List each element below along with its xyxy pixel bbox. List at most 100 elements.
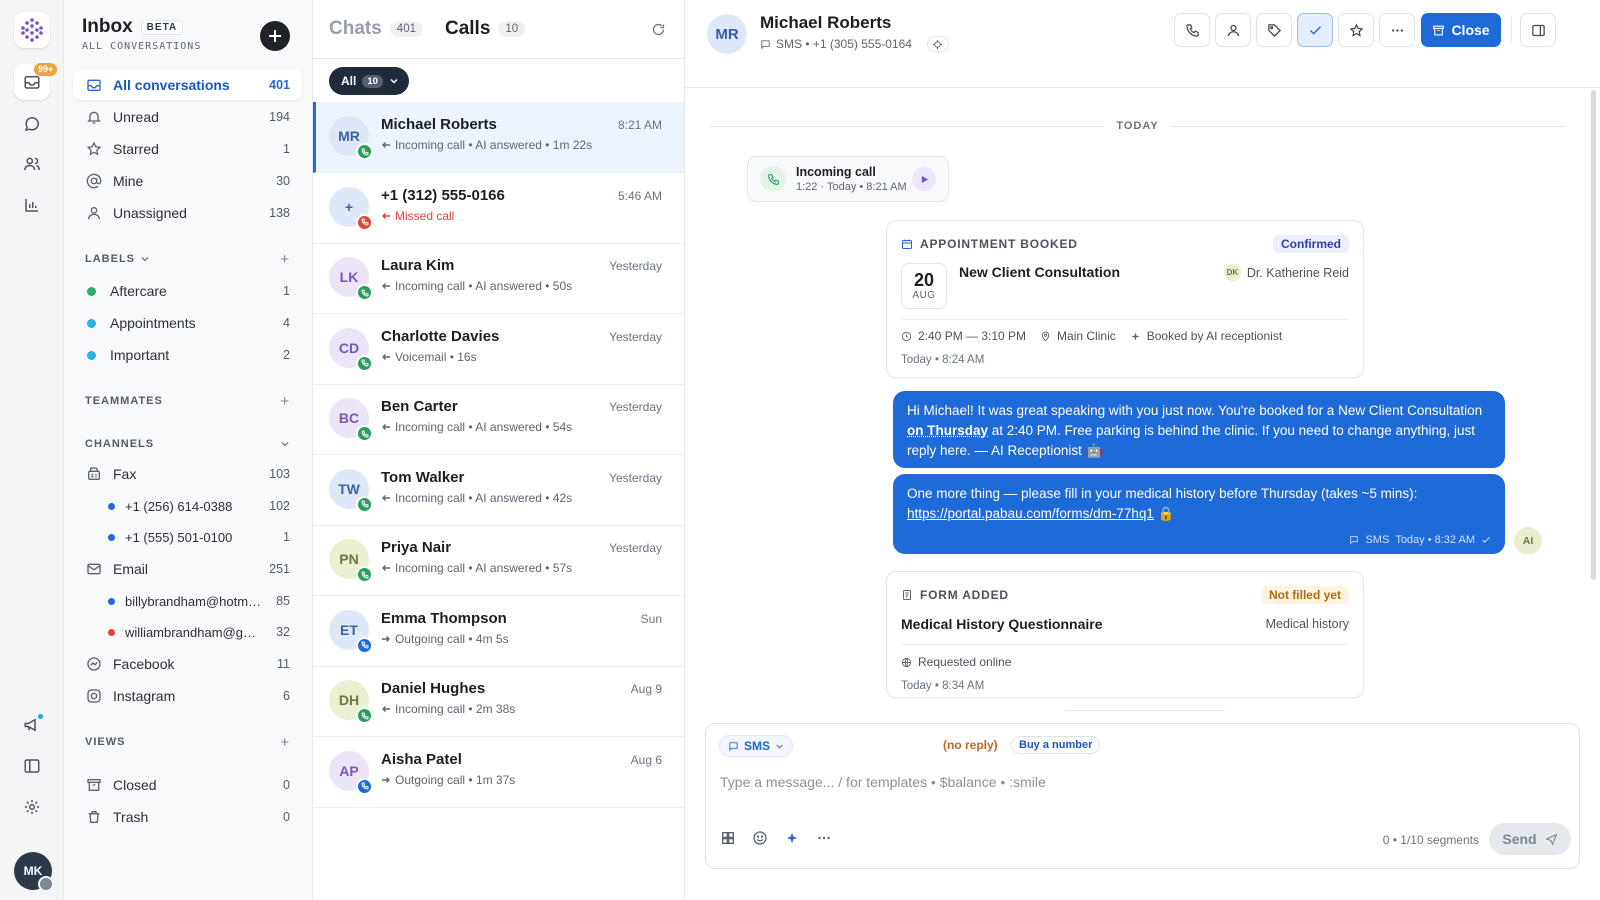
rail-contacts[interactable] (14, 146, 50, 182)
appointment-staff: DK Dr. Katherine Reid (1223, 264, 1349, 281)
add-teammate-icon[interactable]: + (280, 393, 290, 410)
view-trash[interactable]: Trash 0 (73, 802, 302, 832)
call-event-card[interactable]: Incoming call 1:22 · Today • 8:21 AM (747, 156, 949, 202)
refresh-button[interactable] (651, 22, 666, 37)
more-horizontal-icon[interactable] (816, 830, 832, 846)
call-row[interactable]: PN Priya Nair Incoming call • AI answered … (313, 525, 684, 596)
rail-inbox[interactable]: 99+ (14, 63, 58, 100)
label-aftercare[interactable]: Aftercare 1 (73, 276, 302, 306)
brand-logo-icon[interactable] (14, 12, 50, 48)
rail-layout-toggle[interactable] (14, 748, 50, 784)
channel-name: Instagram (113, 688, 176, 704)
channel-selector[interactable]: SMS (719, 735, 794, 757)
tab-chats[interactable]: Chats (329, 18, 382, 40)
view-closed[interactable]: Closed 0 (73, 770, 302, 800)
star-button[interactable] (1338, 13, 1374, 47)
inbox-sidebar: Inbox BETA ALL CONVERSATIONS All conversa… (64, 0, 313, 900)
teammates-section-header[interactable]: TEAMMATES + (85, 393, 290, 410)
channel-count: 85 (276, 594, 290, 608)
nav-unassigned[interactable]: Unassigned 138 (73, 198, 302, 228)
message-bubble[interactable]: One more thing — please fill in your med… (893, 474, 1505, 554)
channels-section-header[interactable]: CHANNELS (85, 436, 290, 452)
nav-mine[interactable]: Mine 30 (73, 166, 302, 196)
ai-sparkle-icon[interactable] (784, 830, 800, 846)
label-appointments[interactable]: Appointments 4 (73, 308, 302, 338)
add-view-icon[interactable]: + (280, 734, 290, 751)
message-text: 🔒 (1153, 506, 1175, 521)
user-avatar[interactable]: MK (14, 852, 54, 892)
locate-button[interactable] (926, 36, 949, 52)
rail-announcements[interactable] (14, 707, 50, 743)
call-meta: Incoming call • 2m 38s (395, 702, 516, 716)
nav-all-conversations[interactable]: All conversations 401 (73, 70, 302, 100)
send-button[interactable]: Send (1489, 823, 1571, 855)
channel-fax[interactable]: Fax 103 (73, 459, 302, 489)
templates-icon[interactable] (720, 830, 736, 846)
call-button[interactable] (1174, 13, 1210, 47)
channel-email-hotmail[interactable]: billybrandham@hotmail... 85 (73, 586, 302, 616)
play-recording-button[interactable] (912, 167, 936, 191)
channel-count: 103 (269, 467, 290, 481)
close-conversation-button[interactable]: Close (1421, 13, 1501, 47)
call-row[interactable]: BC Ben Carter Incoming call • AI answered … (313, 384, 684, 455)
rail-chats[interactable] (14, 106, 50, 142)
call-row[interactable]: + +1 (312) 555-0166 Missed call 5:46 AM (313, 173, 684, 244)
channel-name: billybrandham@hotmail... (125, 593, 265, 609)
rail-reports[interactable] (14, 187, 50, 223)
call-row[interactable]: AP Aisha Patel Outgoing call • 1m 37s Aug 6 (313, 737, 684, 808)
label-important[interactable]: Important 2 (73, 340, 302, 370)
appointment-heading: APPOINTMENT BOOKED (920, 237, 1078, 251)
call-row[interactable]: TW Tom Walker Incoming call • AI answered … (313, 455, 684, 526)
message-input[interactable]: Type a message... / for templates • $bal… (720, 774, 1046, 790)
arrow-left-icon (382, 494, 390, 501)
channel-fax-line-1[interactable]: +1 (256) 614-0388 102 (73, 491, 302, 521)
send-label: Send (1502, 831, 1537, 847)
arrow-right-icon (382, 635, 390, 642)
channel-email[interactable]: Email 251 (73, 554, 302, 584)
appointment-card[interactable]: APPOINTMENT BOOKED Confirmed 20 AUG New C… (886, 220, 1364, 378)
form-link[interactable]: https://portal.pabau.com/forms/dm-77hq1 (907, 506, 1154, 521)
label-button[interactable] (1256, 13, 1292, 47)
message-bubble[interactable]: Hi Michael! It was great speaking with y… (893, 391, 1505, 468)
call-row[interactable]: ET Emma Thompson Outgoing call • 4m 5s Sun (313, 596, 684, 667)
contact-avatar[interactable]: MR (707, 14, 747, 54)
mark-done-button[interactable] (1297, 13, 1333, 47)
call-row[interactable]: DH Daniel Hughes Incoming call • 2m 38s Aug… (313, 666, 684, 737)
call-row[interactable]: MR Michael Roberts Incoming call • AI answ… (313, 102, 684, 173)
views-section-header[interactable]: VIEWS + (85, 734, 290, 751)
filter-dropdown[interactable]: All 10 (329, 67, 409, 95)
call-row[interactable]: LK Laura Kim Incoming call • AI answered •… (313, 243, 684, 314)
nav-starred[interactable]: Starred 1 (73, 134, 302, 164)
channel-count: 6 (283, 689, 290, 703)
new-conversation-button[interactable] (260, 21, 290, 51)
tab-calls[interactable]: Calls (445, 18, 490, 40)
chevron-down-icon[interactable] (280, 439, 290, 449)
form-card[interactable]: FORM ADDED Not filled yet Medical Histor… (886, 571, 1364, 698)
contact-avatar: AP (329, 750, 373, 795)
message-scrollbar[interactable] (1591, 90, 1596, 580)
message-date-highlight[interactable]: on Thursday (907, 423, 988, 438)
contact-name[interactable]: Michael Roberts (760, 13, 891, 33)
tab-calls-count: 10 (498, 21, 526, 37)
labels-section-header[interactable]: LABELS + (85, 251, 290, 268)
inbox-title: Inbox (82, 16, 133, 37)
channel-instagram[interactable]: Instagram 6 (73, 681, 302, 711)
nav-count: 401 (269, 78, 290, 92)
more-button[interactable] (1379, 13, 1415, 47)
check-icon (1482, 537, 1490, 543)
contact-avatar: ET (329, 609, 373, 654)
call-row[interactable]: CD Charlotte Davies Voicemail • 16s Yesterd… (313, 314, 684, 385)
call-status-icon (356, 213, 373, 231)
buy-number-button[interactable]: Buy a number (1011, 736, 1101, 754)
add-label-icon[interactable]: + (280, 251, 290, 268)
channel-email-gmail[interactable]: williambrandham@gma... 32 (73, 617, 302, 647)
assign-button[interactable] (1215, 13, 1251, 47)
emoji-icon[interactable] (752, 830, 768, 846)
rail-settings[interactable] (14, 789, 50, 825)
call-meta: 1:22 · Today • 8:21 AM (796, 181, 907, 193)
form-icon (903, 590, 911, 600)
toggle-details-panel-button[interactable] (1520, 13, 1556, 47)
nav-unread[interactable]: Unread 194 (73, 102, 302, 132)
channel-fax-line-2[interactable]: +1 (555) 501-0100 1 (73, 522, 302, 552)
channel-facebook[interactable]: Facebook 11 (73, 649, 302, 679)
